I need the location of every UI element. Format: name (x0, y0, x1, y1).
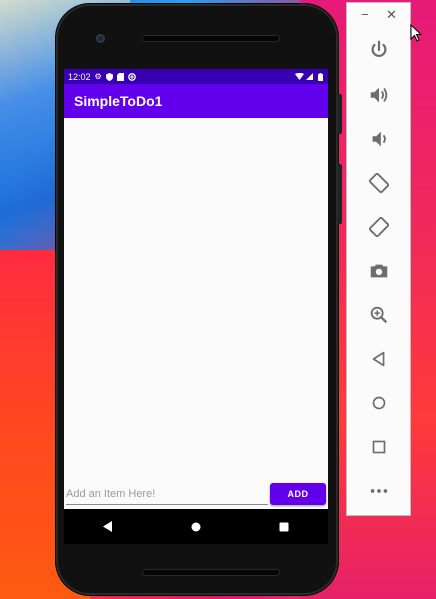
more-icon (370, 489, 388, 493)
more-button[interactable] (364, 476, 394, 506)
rotate-right-icon (368, 216, 390, 238)
volume-down-icon (372, 131, 386, 147)
nav-back-button[interactable] (98, 517, 118, 537)
zoom-button[interactable] (364, 300, 394, 330)
sd-card-icon (116, 73, 124, 81)
zoom-icon (370, 306, 388, 324)
overview-button[interactable] (364, 432, 394, 462)
home-button[interactable] (364, 388, 394, 418)
status-time: 12:02 (68, 71, 91, 82)
nav-overview-button[interactable] (274, 517, 294, 537)
screenshot-button[interactable] (364, 256, 394, 286)
emulator-toolbar: − ✕ (346, 2, 411, 516)
power-button[interactable] (364, 35, 394, 65)
home-icon (191, 522, 201, 531)
front-camera (96, 34, 105, 43)
mouse-cursor-icon (410, 24, 422, 42)
device-screen: 12:02 ⚙ SimpleToDo1 Add an Item Here! AD… (64, 69, 328, 509)
app-bar: SimpleToDo1 (64, 84, 328, 118)
back-icon (103, 521, 112, 532)
rotate-left-button[interactable] (364, 168, 394, 198)
close-button[interactable]: ✕ (386, 8, 397, 21)
add-item-row: ADD (64, 481, 328, 509)
signal-icon (306, 73, 313, 80)
app-title: SimpleToDo1 (74, 93, 163, 109)
rotate-left-icon (368, 172, 390, 194)
volume-up-button[interactable] (364, 80, 394, 110)
volume-up-icon (370, 87, 388, 103)
data-saver-icon (127, 73, 136, 81)
volume-side-button[interactable] (338, 164, 342, 224)
overview-icon (279, 522, 289, 531)
back-button[interactable] (364, 344, 394, 374)
shield-icon (105, 73, 113, 81)
todo-list[interactable] (64, 118, 328, 474)
minimize-button[interactable]: − (361, 8, 369, 21)
settings-icon: ⚙ (94, 72, 102, 81)
phone-frame: 12:02 ⚙ SimpleToDo1 Add an Item Here! AD… (56, 4, 342, 595)
bottom-speaker (142, 569, 280, 576)
nav-home-button[interactable] (186, 517, 206, 537)
status-bar: 12:02 ⚙ (64, 69, 328, 84)
back-icon (372, 351, 385, 367)
power-icon (371, 40, 387, 57)
overview-icon (372, 440, 386, 454)
item-input[interactable] (66, 484, 268, 505)
nav-bar (64, 509, 328, 544)
camera-icon (370, 264, 388, 278)
wifi-icon (295, 72, 304, 80)
power-side-button[interactable] (338, 94, 342, 134)
volume-down-button[interactable] (364, 124, 394, 154)
home-icon (372, 396, 386, 410)
add-button[interactable]: ADD (270, 483, 326, 505)
top-speaker (142, 35, 280, 42)
battery-icon (317, 73, 324, 81)
rotate-right-button[interactable] (364, 212, 394, 242)
